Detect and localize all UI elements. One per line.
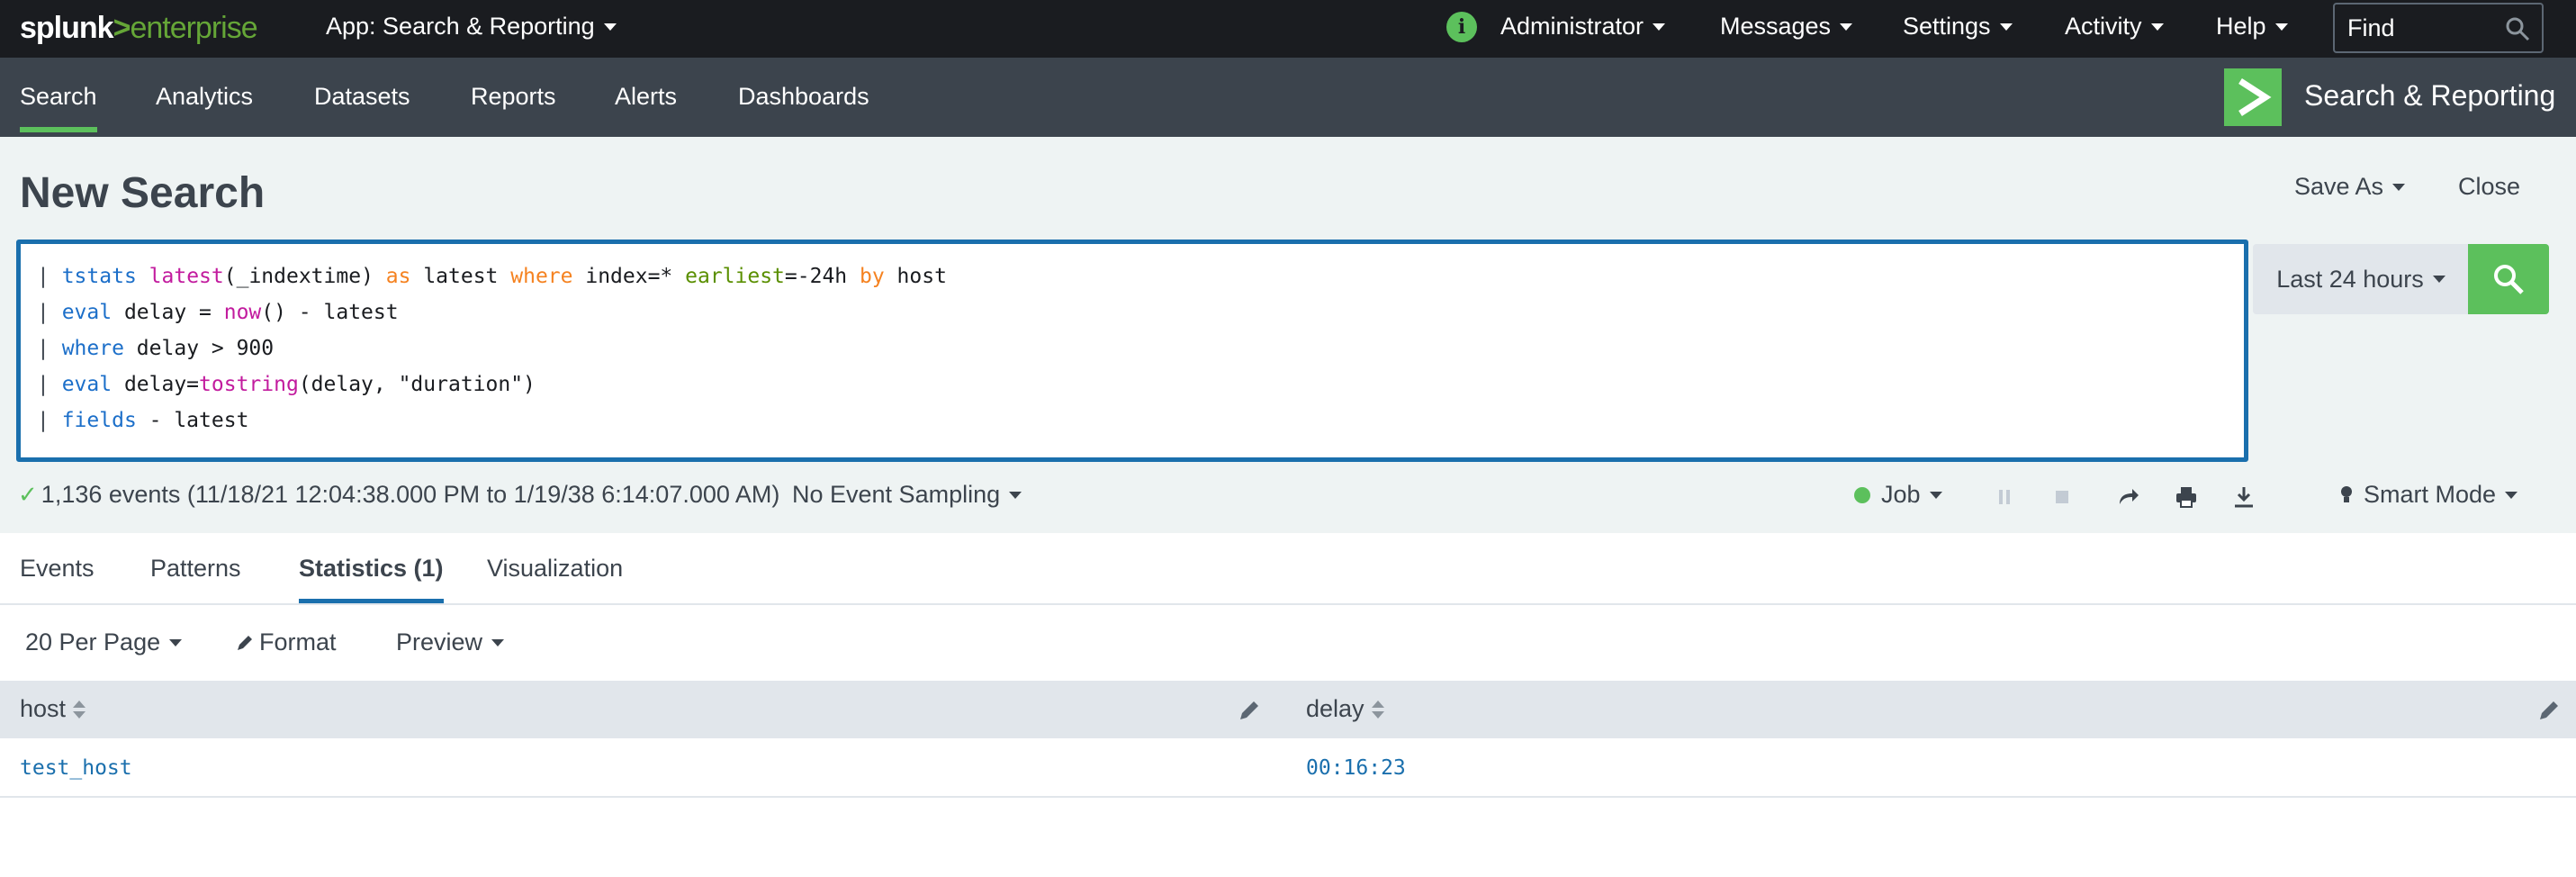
time-range-picker[interactable]: Last 24 hours xyxy=(2253,244,2469,314)
tab-events[interactable]: Events xyxy=(20,555,95,583)
app-title: Search & Reporting xyxy=(2304,79,2556,112)
event-summary: ✓ 1,136 events (11/18/21 12:04:38.000 PM… xyxy=(18,481,780,508)
tab-alerts[interactable]: Alerts xyxy=(615,83,677,111)
job-status-icon xyxy=(1854,486,1870,503)
chevron-down-icon xyxy=(2392,183,2406,191)
activity-menu[interactable]: Activity xyxy=(2065,13,2164,41)
table-row: test_host 00:16:23 xyxy=(0,738,2576,798)
print-icon[interactable] xyxy=(2174,484,2199,510)
search-icon xyxy=(2494,265,2524,294)
chevron-down-icon xyxy=(491,638,505,646)
settings-menu[interactable]: Settings xyxy=(1903,13,2013,41)
tab-search[interactable]: Search xyxy=(20,83,97,132)
checkmark-icon: ✓ xyxy=(18,481,38,508)
job-menu[interactable]: Job xyxy=(1854,481,1942,509)
export-icon[interactable] xyxy=(2231,484,2256,510)
table-controls: 20 Per Page Format Preview xyxy=(0,605,2576,681)
query-line: | where delay > 900 xyxy=(37,337,275,360)
info-icon[interactable]: i xyxy=(1446,12,1477,42)
chevron-down-icon xyxy=(2505,491,2518,499)
cell-delay[interactable]: 00:16:23 xyxy=(1306,756,1406,780)
tab-dashboards[interactable]: Dashboards xyxy=(738,83,869,111)
column-header-delay[interactable]: delay xyxy=(1306,695,1384,723)
query-line: | fields - latest xyxy=(37,409,249,432)
per-page-dropdown[interactable]: 20 Per Page xyxy=(25,628,183,656)
search-area: New Search Save As Close | tstats latest… xyxy=(0,137,2576,533)
chevron-down-icon xyxy=(169,638,183,646)
splunk-logo[interactable]: splunk>enterprise xyxy=(20,11,258,46)
search-mode-dropdown[interactable]: Smart Mode xyxy=(2338,481,2518,509)
pause-icon[interactable] xyxy=(1992,484,2017,510)
pencil-icon xyxy=(238,635,252,650)
tab-analytics[interactable]: Analytics xyxy=(156,83,253,111)
page-title: New Search xyxy=(20,169,266,217)
edit-column-icon[interactable] xyxy=(1238,699,1261,722)
help-menu[interactable]: Help xyxy=(2216,13,2288,41)
sort-icon xyxy=(73,700,86,719)
event-sampling-dropdown[interactable]: No Event Sampling xyxy=(792,481,1022,509)
find-input[interactable] xyxy=(2347,12,2500,44)
top-bar: splunk>enterprise App: Search & Reportin… xyxy=(0,0,2576,58)
chevron-down-icon xyxy=(1653,23,1666,31)
stop-icon[interactable] xyxy=(2049,484,2075,510)
format-button[interactable]: Format xyxy=(236,628,337,656)
tab-reports[interactable]: Reports xyxy=(471,83,556,111)
cell-host[interactable]: test_host xyxy=(20,756,132,780)
search-icon[interactable] xyxy=(2504,15,2531,42)
user-menu[interactable]: Administrator xyxy=(1500,13,1666,41)
chevron-down-icon xyxy=(2432,276,2445,283)
column-header-host[interactable]: host xyxy=(20,695,86,723)
chevron-down-icon xyxy=(603,23,617,31)
chevron-down-icon xyxy=(1009,491,1022,499)
chevron-down-icon xyxy=(1999,23,2013,31)
search-query-editor[interactable]: | tstats latest(_indextime) as latest wh… xyxy=(16,240,2248,462)
app-bar: Search Analytics Datasets Reports Alerts… xyxy=(0,58,2576,137)
save-as-button[interactable]: Save As xyxy=(2294,173,2406,201)
chevron-down-icon xyxy=(1929,491,1942,499)
app-menu[interactable]: App: Search & Reporting xyxy=(326,13,617,41)
tab-patterns[interactable]: Patterns xyxy=(150,555,241,583)
preview-dropdown[interactable]: Preview xyxy=(396,628,505,656)
chevron-down-icon xyxy=(2150,23,2164,31)
query-line: | eval delay=tostring(delay, "duration") xyxy=(37,373,536,396)
chevron-down-icon xyxy=(1840,23,1853,31)
tab-statistics[interactable]: Statistics (1) xyxy=(299,555,444,603)
close-button[interactable]: Close xyxy=(2458,173,2520,201)
edit-column-icon[interactable] xyxy=(2537,699,2561,722)
messages-menu[interactable]: Messages xyxy=(1720,13,1853,41)
lightbulb-icon xyxy=(2341,485,2352,502)
run-search-button[interactable] xyxy=(2468,244,2549,314)
query-line: | tstats latest(_indextime) as latest wh… xyxy=(37,265,947,288)
query-line: | eval delay = now() - latest xyxy=(37,301,399,324)
tab-visualization[interactable]: Visualization xyxy=(487,555,623,583)
find-box xyxy=(2333,3,2544,53)
share-icon[interactable] xyxy=(2115,484,2140,510)
chevron-down-icon xyxy=(2274,23,2288,31)
result-tabs: Events Patterns Statistics (1) Visualiza… xyxy=(0,533,2576,605)
sort-icon xyxy=(1371,700,1384,719)
table-header: host delay xyxy=(0,681,2576,738)
tab-datasets[interactable]: Datasets xyxy=(314,83,410,111)
app-logo-icon xyxy=(2224,68,2282,126)
